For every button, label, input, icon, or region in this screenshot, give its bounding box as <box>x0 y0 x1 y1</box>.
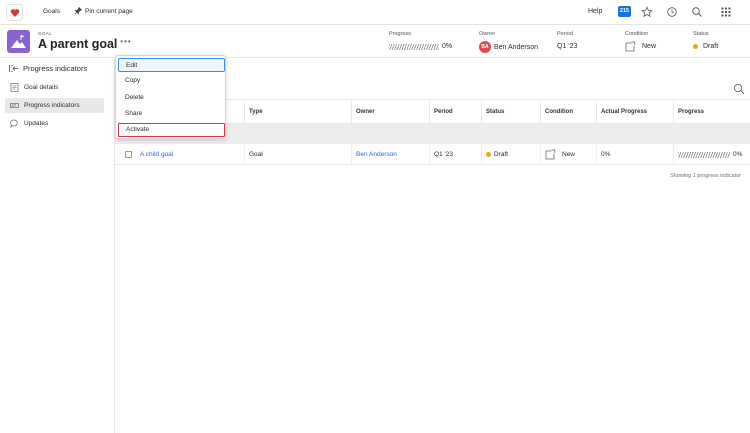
table-row[interactable]: A child goal Goal Ben Anderson Q1 '23 Dr… <box>115 144 750 165</box>
progress-percent: 0% <box>442 43 453 50</box>
owner-name: Ben Anderson <box>494 43 538 51</box>
nav-goals-link[interactable]: Goals <box>43 8 60 15</box>
column-period[interactable]: Period <box>429 101 481 124</box>
owner-label: Owner <box>479 31 496 37</box>
period-label: Period <box>557 31 573 37</box>
sidebar-item-updates[interactable]: Updates <box>5 116 104 131</box>
goal-avatar <box>7 30 30 53</box>
condition-text: New <box>642 43 657 50</box>
row-progress-bar <box>678 151 730 158</box>
condition-icon <box>625 41 636 52</box>
progress-label: Progress <box>389 31 412 37</box>
sidebar-item-goal-details[interactable]: Goal details <box>5 80 104 95</box>
sidebar-collapse-toggle[interactable]: Progress indicators <box>9 64 87 73</box>
progress-value: 0% <box>389 43 452 50</box>
goal-kicker: GOAL <box>38 31 53 36</box>
owner-link[interactable]: Ben Anderson <box>356 144 397 165</box>
pin-icon <box>74 7 82 15</box>
cell-owner: Ben Anderson <box>351 144 429 165</box>
sidebar-item-label: Updates <box>24 120 49 127</box>
row-checkbox[interactable] <box>125 151 132 158</box>
menu-item-edit[interactable]: Edit <box>118 58 225 72</box>
column-actual-progress[interactable]: Actual Progress <box>596 101 673 124</box>
pin-label: Pin current page <box>85 7 133 15</box>
draft-dot-icon <box>693 44 698 49</box>
menu-item-delete[interactable]: Delete <box>118 91 225 105</box>
column-progress[interactable]: Progress <box>673 101 750 124</box>
column-status[interactable]: Status <box>481 101 540 124</box>
cell-progress: 0% <box>673 144 750 165</box>
sidebar: Progress indicators Goal details Progres… <box>0 59 115 433</box>
more-actions-button[interactable]: ••• <box>117 37 135 48</box>
collapse-left-icon <box>9 65 19 72</box>
status-value: Draft <box>693 43 718 50</box>
status-label: Status <box>693 31 709 37</box>
column-condition[interactable]: Condition <box>540 101 596 124</box>
status-text: Draft <box>703 43 719 50</box>
app-logo[interactable] <box>6 4 23 21</box>
top-navigation: Goals Pin current page Help 215 <box>0 0 750 25</box>
cell-period: Q1 '23 <box>429 144 481 165</box>
goal-mountain-icon <box>11 35 26 48</box>
cell-status-text: Draft <box>494 151 509 158</box>
help-link[interactable]: Help <box>588 8 602 15</box>
document-icon <box>10 83 19 92</box>
more-actions-menu: Edit Copy Delete Share Activate <box>115 55 226 139</box>
owner-avatar: BA <box>479 41 491 53</box>
cell-type: Goal <box>244 144 351 165</box>
cell-name: A child goal <box>121 144 244 165</box>
sidebar-item-label: Goal details <box>24 84 59 91</box>
sidebar-item-progress-indicators[interactable]: Progress indicators <box>5 98 104 113</box>
progress-bar <box>389 43 439 50</box>
cell-status: Draft <box>481 144 540 165</box>
cell-actual-progress: 0% <box>596 144 673 165</box>
cell-progress-text: 0% <box>733 151 743 158</box>
history-icon[interactable] <box>666 6 678 18</box>
sidebar-item-label: Progress indicators <box>24 102 80 109</box>
star-icon[interactable] <box>641 6 653 18</box>
page-title: A parent goal <box>38 37 118 51</box>
search-icon[interactable] <box>691 6 703 18</box>
column-owner[interactable]: Owner <box>351 101 429 124</box>
apps-grid-icon[interactable] <box>720 6 732 18</box>
notifications-badge[interactable]: 215 <box>618 6 631 17</box>
progress-indicator-icon <box>10 103 19 108</box>
cell-condition: New <box>540 144 596 165</box>
pin-current-page-button[interactable]: Pin current page <box>74 7 133 15</box>
chat-bubble-icon <box>10 119 18 128</box>
period-value: Q1 '23 <box>557 43 578 50</box>
menu-item-activate[interactable]: Activate <box>118 123 225 137</box>
goal-header: GOAL A parent goal ••• Progress 0% Owner… <box>0 26 750 58</box>
child-goal-link[interactable]: A child goal <box>140 144 173 165</box>
owner-value[interactable]: BA Ben Anderson <box>479 41 538 53</box>
cell-condition-text: New <box>562 151 576 158</box>
condition-icon <box>545 149 556 160</box>
heart-logo-icon <box>10 9 20 17</box>
menu-item-share[interactable]: Share <box>118 107 225 121</box>
draft-dot-icon <box>486 152 491 157</box>
table-search-icon[interactable] <box>733 83 745 95</box>
condition-label: Condition <box>625 31 649 37</box>
condition-value: New <box>625 41 656 52</box>
menu-item-copy[interactable]: Copy <box>118 74 225 88</box>
table-footer-count: Showing 1 progress indicator <box>670 173 741 179</box>
sidebar-heading: Progress indicators <box>23 64 88 73</box>
column-type[interactable]: Type <box>244 101 351 124</box>
